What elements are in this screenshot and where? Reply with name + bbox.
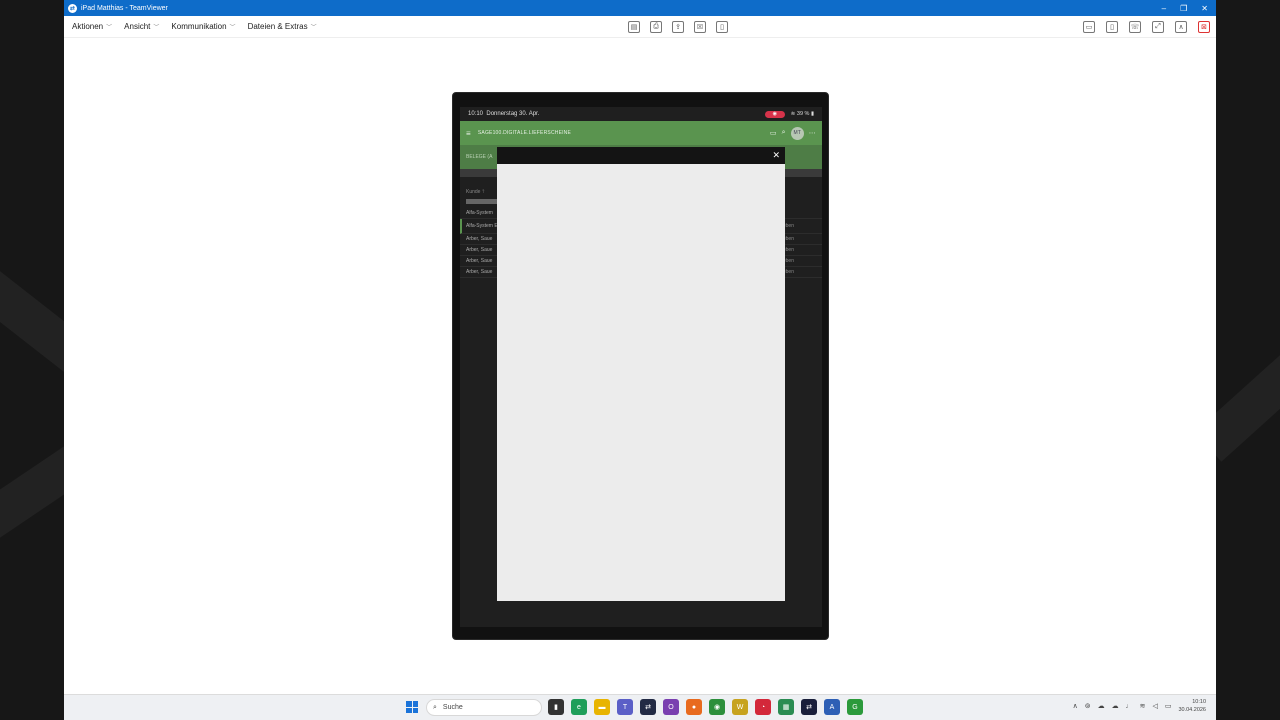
menu-ansicht[interactable]: Ansicht ﹀ (124, 22, 159, 31)
menu-label: Kommunikation (171, 22, 227, 31)
upload-icon[interactable]: ⇪ (672, 21, 684, 33)
belege-label: BELEGE (A (466, 154, 493, 160)
device-icon[interactable]: ▯ (716, 21, 728, 33)
end-session-icon[interactable]: ⊠ (1198, 21, 1210, 33)
chat-icon[interactable]: ▭ (770, 129, 777, 137)
wifi-icon[interactable]: ≋ (1140, 702, 1146, 710)
file-transfer-icon[interactable]: ▯ (1106, 21, 1118, 33)
row-customer: Arber, Saue (466, 258, 493, 264)
microphone-icon[interactable]: ♩ (1126, 703, 1133, 710)
chevron-down-icon: ﹀ (106, 25, 113, 31)
taskbar-app-icon[interactable]: ◔ (755, 699, 771, 715)
volume-icon[interactable]: ◁ (1152, 702, 1157, 710)
ipad-screen[interactable]: 10:10 Donnerstag 30. Apr. ◉ ≋ 39 % ▮ ≡ S… (460, 107, 822, 627)
restore-button[interactable]: ❐ (1180, 4, 1187, 13)
taskbar-app-icon[interactable]: ● (686, 699, 702, 715)
row-customer: Arber, Saue (466, 269, 493, 275)
taskbar-app-icon[interactable]: A (824, 699, 840, 715)
ipad-remote-view: 10:10 Donnerstag 30. Apr. ◉ ≋ 39 % ▮ ≡ S… (452, 92, 829, 640)
chevron-up-icon[interactable]: ∧ (1073, 702, 1078, 710)
clock-time: 10:10 (1192, 699, 1206, 705)
taskbar-app-icon[interactable]: e (571, 699, 587, 715)
menu-bar: Aktionen ﹀ Ansicht ﹀ Kommunikation ﹀ Dateie… (64, 16, 1216, 38)
close-app-icon[interactable]: ☒ (694, 21, 706, 33)
chevron-down-icon: ﹀ (229, 25, 236, 31)
row-customer: Alfa-System (466, 210, 493, 216)
more-icon[interactable]: ⋯ (809, 129, 816, 137)
battery-level: 39 % (796, 111, 810, 117)
row-customer: Arber, Saue (466, 247, 493, 253)
taskbar-clock[interactable]: 10:10 30.04.2026 (1178, 698, 1206, 714)
battery-icon: ▮ (809, 111, 814, 117)
row-customer: Arber, Saue (466, 236, 493, 242)
network-app-icon[interactable]: ⊚ (1085, 702, 1091, 710)
search-label: Suche (442, 704, 463, 711)
screen-recording-icon: ◉ (764, 110, 785, 118)
chevron-down-icon: ﹀ (153, 25, 160, 31)
call-icon[interactable]: ☏ (1129, 21, 1141, 33)
cloud-icon[interactable]: ☁ (1098, 702, 1105, 710)
windows-taskbar: ⌕ Suche ▮ e ▬ T ⇄ O ● ◉ W ◔ ▦ ⇄ A G ∧ ⊚ ☁ ☁ ♩ ≋ ◁ ▭ 1… (64, 694, 1216, 720)
taskbar-app-icon[interactable]: ▦ (778, 699, 794, 715)
avatar[interactable]: MT (790, 126, 804, 140)
status-date: Donnerstag 30. Apr. (486, 111, 540, 117)
minimize-button[interactable]: – (1162, 4, 1166, 13)
window-title: iPad Matthias - TeamViewer (81, 4, 168, 12)
windows-start-icon[interactable] (406, 701, 418, 713)
taskbar-app-icon[interactable]: G (847, 699, 863, 715)
taskbar-app-icon[interactable]: T (617, 699, 633, 715)
onedrive-icon[interactable]: ☁ (1112, 702, 1119, 710)
taskbar-app-icon[interactable]: ⇄ (640, 699, 656, 715)
taskbar-app-icon[interactable]: ▮ (548, 699, 564, 715)
taskbar-apps: ▮ e ▬ T ⇄ O ● ◉ W ◔ ▦ ⇄ A G (548, 699, 863, 715)
taskbar-app-icon[interactable]: ▬ (594, 699, 610, 715)
session-toolbar: ▤ ⎙ ⇪ ☒ ▯ (628, 21, 728, 33)
menu-aktionen[interactable]: Aktionen ﹀ (72, 22, 112, 31)
print-icon[interactable]: ⎙ (650, 21, 662, 33)
menu-icon[interactable]: ≡ (466, 129, 471, 138)
app-header: ≡ SAGE100.DIGITALE.LIEFERSCHEINE ▭ ⌕ MT … (460, 121, 822, 145)
battery-icon[interactable]: ▭ (1165, 702, 1172, 710)
teamviewer-logo-icon: ⇄ (68, 3, 77, 13)
menu-kommunikation[interactable]: Kommunikation ﹀ (171, 22, 235, 31)
search-icon[interactable]: ⌕ (782, 129, 786, 137)
menu-dateien-extras[interactable]: Dateien & Extras ﹀ (248, 22, 317, 31)
modal-header: ✕ (497, 147, 785, 164)
collapse-icon[interactable]: ∧ (1175, 21, 1187, 33)
app-title: SAGE100.DIGITALE.LIEFERSCHEINE (477, 130, 572, 136)
status-time: 10:10 (468, 111, 484, 117)
window-controls: – ❐ ✕ (1162, 4, 1208, 13)
chat-icon[interactable]: ▭ (1083, 21, 1095, 33)
system-tray: ∧ ⊚ ☁ ☁ ♩ ≋ ◁ ▭ 10:10 30.04.2026 (1073, 698, 1206, 714)
menu-label: Aktionen (72, 22, 104, 31)
taskbar-app-icon[interactable]: ◉ (709, 699, 725, 715)
clock-date: 30.04.2026 (1178, 707, 1206, 713)
document-modal: ✕ (497, 147, 785, 601)
search-icon: ⌕ (433, 703, 437, 711)
title-bar: ⇄ iPad Matthias - TeamViewer – ❐ ✕ (64, 0, 1216, 16)
teamviewer-window: ⇄ iPad Matthias - TeamViewer – ❐ ✕ Aktio… (64, 0, 1216, 694)
chevron-down-icon: ﹀ (310, 25, 317, 31)
screenshot-icon[interactable]: ▤ (628, 21, 640, 33)
menu-label: Dateien & Extras (247, 22, 308, 31)
ipad-status-bar: 10:10 Donnerstag 30. Apr. ◉ ≋ 39 % ▮ (460, 107, 822, 121)
app-header-actions: ▭ ⌕ MT ⋯ (770, 126, 816, 140)
taskbar-app-icon[interactable]: O (663, 699, 679, 715)
modal-close-button[interactable]: ✕ (772, 150, 780, 161)
menu-label: Ansicht (124, 22, 151, 31)
fullscreen-icon[interactable]: ⤢ (1152, 21, 1164, 33)
close-button[interactable]: ✕ (1201, 4, 1208, 13)
taskbar-app-icon[interactable]: W (732, 699, 748, 715)
taskbar-app-icon[interactable]: ⇄ (801, 699, 817, 715)
taskbar-search[interactable]: ⌕ Suche (426, 699, 542, 716)
right-toolbar: ▭ ▯ ☏ ⤢ ∧ ⊠ (1083, 21, 1210, 33)
